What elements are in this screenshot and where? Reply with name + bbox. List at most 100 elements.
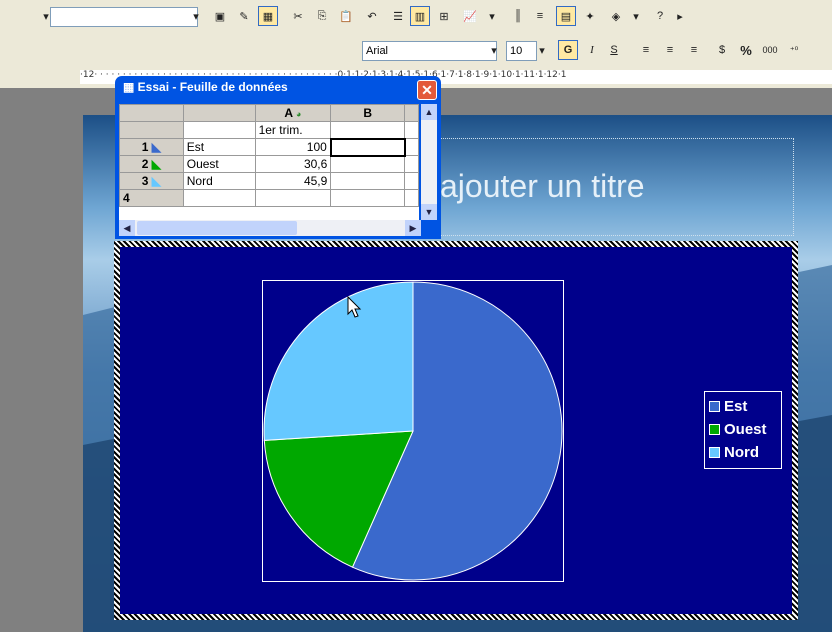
cell-b-4[interactable] <box>330 189 405 207</box>
datasheet-table: A ◕ B 1er trim. 1 ◣ Est 100 2 ◣ Ouest 30… <box>119 104 419 207</box>
increase-decimal-icon[interactable]: ⁺⁰ <box>784 40 804 60</box>
cell-a-4[interactable] <box>254 189 332 207</box>
column-header-a[interactable]: A ◕ <box>254 104 332 122</box>
chevron-down-icon[interactable]: ▾ <box>186 6 206 26</box>
paste-icon[interactable]: 📋 <box>336 6 356 26</box>
undo-icon[interactable]: ↶ <box>362 6 382 26</box>
scroll-down-icon[interactable]: ▼ <box>421 204 437 220</box>
horizontal-scrollbar[interactable]: ◀ ▶ <box>119 220 421 236</box>
toolbar-options-icon[interactable]: ▸ <box>670 6 690 26</box>
align-center-icon[interactable]: ≡ <box>660 40 680 60</box>
data-table-icon[interactable]: ⊞ <box>434 6 454 26</box>
help-icon[interactable]: ? <box>650 6 670 26</box>
value-gridlines-icon[interactable]: ≡ <box>530 6 550 26</box>
legend-label-est: Est <box>724 398 748 415</box>
cell-extra-header <box>404 121 419 139</box>
cell-label-header[interactable] <box>182 121 256 139</box>
drawing-icon[interactable]: ✦ <box>580 6 600 26</box>
cell-extra-1 <box>404 138 419 156</box>
cell-a-1[interactable]: 100 <box>254 138 332 156</box>
copy-icon[interactable]: ⎘ <box>312 6 332 26</box>
underline-button[interactable]: S <box>604 40 624 60</box>
currency-icon[interactable]: $ <box>712 40 732 60</box>
zoom-combo[interactable] <box>50 7 198 27</box>
cell-label-1[interactable]: Est <box>182 138 256 156</box>
chart-legend[interactable]: Est Ouest Nord <box>704 391 782 469</box>
legend-item-ouest[interactable]: Ouest <box>709 418 777 441</box>
scroll-up-icon[interactable]: ▲ <box>421 104 437 120</box>
legend-item-est[interactable]: Est <box>709 395 777 418</box>
import-icon[interactable]: ✎ <box>234 6 254 26</box>
font-name-combo[interactable]: Arial <box>362 41 497 61</box>
pie-slice-icon: ◣ <box>151 140 161 154</box>
row-header-empty[interactable] <box>119 121 184 139</box>
pie-small-icon: ◕ <box>296 109 302 119</box>
legend-icon[interactable]: ▤ <box>556 6 576 26</box>
legend-swatch-nord <box>709 447 720 458</box>
percent-button[interactable]: % <box>736 40 756 60</box>
legend-item-nord[interactable]: Nord <box>709 441 777 464</box>
mouse-cursor-icon <box>347 296 362 318</box>
cell-b-header[interactable] <box>330 121 405 139</box>
vertical-scrollbar[interactable]: ▲ ▼ <box>421 104 437 220</box>
category-gridlines-icon[interactable]: ║ <box>508 6 528 26</box>
scroll-right-icon[interactable]: ▶ <box>405 220 421 236</box>
by-row-icon[interactable]: ☰ <box>388 6 408 26</box>
row-label-header[interactable] <box>182 104 256 122</box>
align-left-icon[interactable]: ≡ <box>636 40 656 60</box>
row-number: 1 <box>141 140 149 154</box>
cell-a-header[interactable]: 1er trim. <box>254 121 332 139</box>
cell-a-2[interactable]: 30,6 <box>254 155 332 173</box>
chart-type-icon[interactable]: 📈 <box>460 6 480 26</box>
close-icon[interactable]: ✕ <box>417 80 437 100</box>
by-column-icon[interactable]: ▥ <box>410 6 430 26</box>
datasheet-grid[interactable]: A ◕ B 1er trim. 1 ◣ Est 100 2 ◣ Ouest 30… <box>119 104 419 220</box>
row-header-2[interactable]: 2 ◣ <box>119 155 184 173</box>
row-number: 3 <box>141 174 149 188</box>
chevron-down-icon[interactable]: ▾ <box>626 6 646 26</box>
pie-slice-nord[interactable] <box>263 281 414 441</box>
properties-icon[interactable]: ▣ <box>210 6 230 26</box>
window-title-text: Essai - Feuille de données <box>137 80 288 94</box>
cell-extra-2 <box>404 155 419 173</box>
cell-extra-4 <box>404 189 419 207</box>
pie-slice-icon: ◣ <box>151 157 161 171</box>
thousands-button[interactable]: 000 <box>760 40 780 60</box>
legend-label-ouest: Ouest <box>724 421 767 438</box>
corner-cell[interactable] <box>119 104 184 122</box>
cell-label-4[interactable] <box>182 189 256 207</box>
window-title: ▦ Essai - Feuille de données <box>123 80 288 94</box>
cell-label-2[interactable]: Ouest <box>182 155 256 173</box>
formatting-toolbar: Arial ▾ 10 ▾ G I S ≡ ≡ ≡ $ % 000 ⁺⁰ <box>0 36 832 64</box>
align-right-icon[interactable]: ≡ <box>684 40 704 60</box>
cell-b-3[interactable] <box>330 172 405 190</box>
cell-extra-3 <box>404 172 419 190</box>
legend-label-nord: Nord <box>724 444 759 461</box>
pie-chart[interactable] <box>262 280 564 582</box>
row-header-4[interactable]: 4 <box>119 189 184 207</box>
cell-b-2[interactable] <box>330 155 405 173</box>
standard-toolbar: ▾ ▾ ▣ ✎ ▦ ✂ ⎘ 📋 ↶ ☰ ▥ ⊞ 📈 ▾ ║ ≡ ▤ ✦ ◈ ▾ … <box>0 0 832 36</box>
chevron-down-icon[interactable]: ▾ <box>484 40 504 60</box>
italic-button[interactable]: I <box>582 40 602 60</box>
scroll-left-icon[interactable]: ◀ <box>119 220 135 236</box>
cell-b-1-selected[interactable] <box>329 137 406 157</box>
column-a-label: A <box>284 106 293 120</box>
bold-button[interactable]: G <box>558 40 578 60</box>
cell-a-3[interactable]: 45,9 <box>254 172 332 190</box>
chevron-down-icon[interactable]: ▾ <box>482 6 502 26</box>
row-header-3[interactable]: 3 ◣ <box>119 172 184 190</box>
cell-label-3[interactable]: Nord <box>182 172 256 190</box>
horizontal-scroll-track[interactable] <box>299 220 405 236</box>
horizontal-scroll-thumb[interactable] <box>137 221 297 235</box>
pie-slice-icon: ◣ <box>151 174 161 188</box>
chevron-down-icon[interactable]: ▾ <box>532 40 552 60</box>
datasheet-window[interactable]: ▦ Essai - Feuille de données ✕ A ◕ B 1er… <box>115 76 441 239</box>
datasheet-icon: ▦ <box>123 80 138 94</box>
row-header-1[interactable]: 1 ◣ <box>119 138 184 156</box>
cut-icon[interactable]: ✂ <box>288 6 308 26</box>
datasheet-view-icon[interactable]: ▦ <box>258 6 278 26</box>
fill-color-icon[interactable]: ◈ <box>606 6 626 26</box>
column-header-b[interactable]: B <box>330 104 405 122</box>
vertical-scroll-track[interactable] <box>421 120 437 204</box>
